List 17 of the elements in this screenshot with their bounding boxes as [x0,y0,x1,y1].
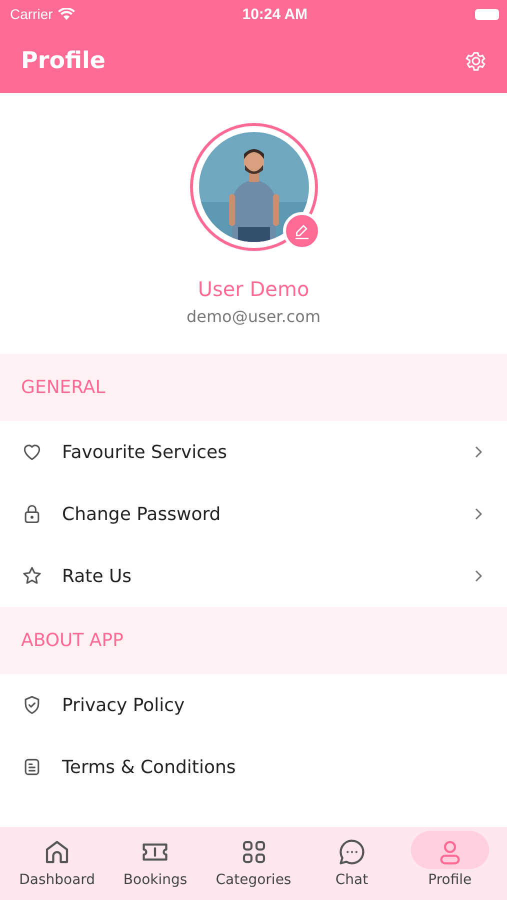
wifi-icon [58,8,75,20]
status-time: 10:24 AM [242,6,308,22]
tab[interactable]: Bookings [106,827,204,900]
pencil-icon [292,222,310,240]
user-email: demo@user.com [186,307,321,326]
tab[interactable]: Profile [400,827,500,900]
tab[interactable]: Chat [302,827,401,900]
chat-bubble-icon [336,837,367,867]
carrier-label: Carrier [10,6,53,22]
section-title: ABOUT APP [21,630,124,651]
tab[interactable]: Dashboard [8,827,106,900]
star-icon [21,565,43,587]
tab[interactable]: Categories [204,827,303,900]
screen-title: Profile [21,48,106,74]
user-name: User Demo [198,277,310,301]
section-title: GENERAL [21,377,106,398]
battery-icon [475,8,499,20]
